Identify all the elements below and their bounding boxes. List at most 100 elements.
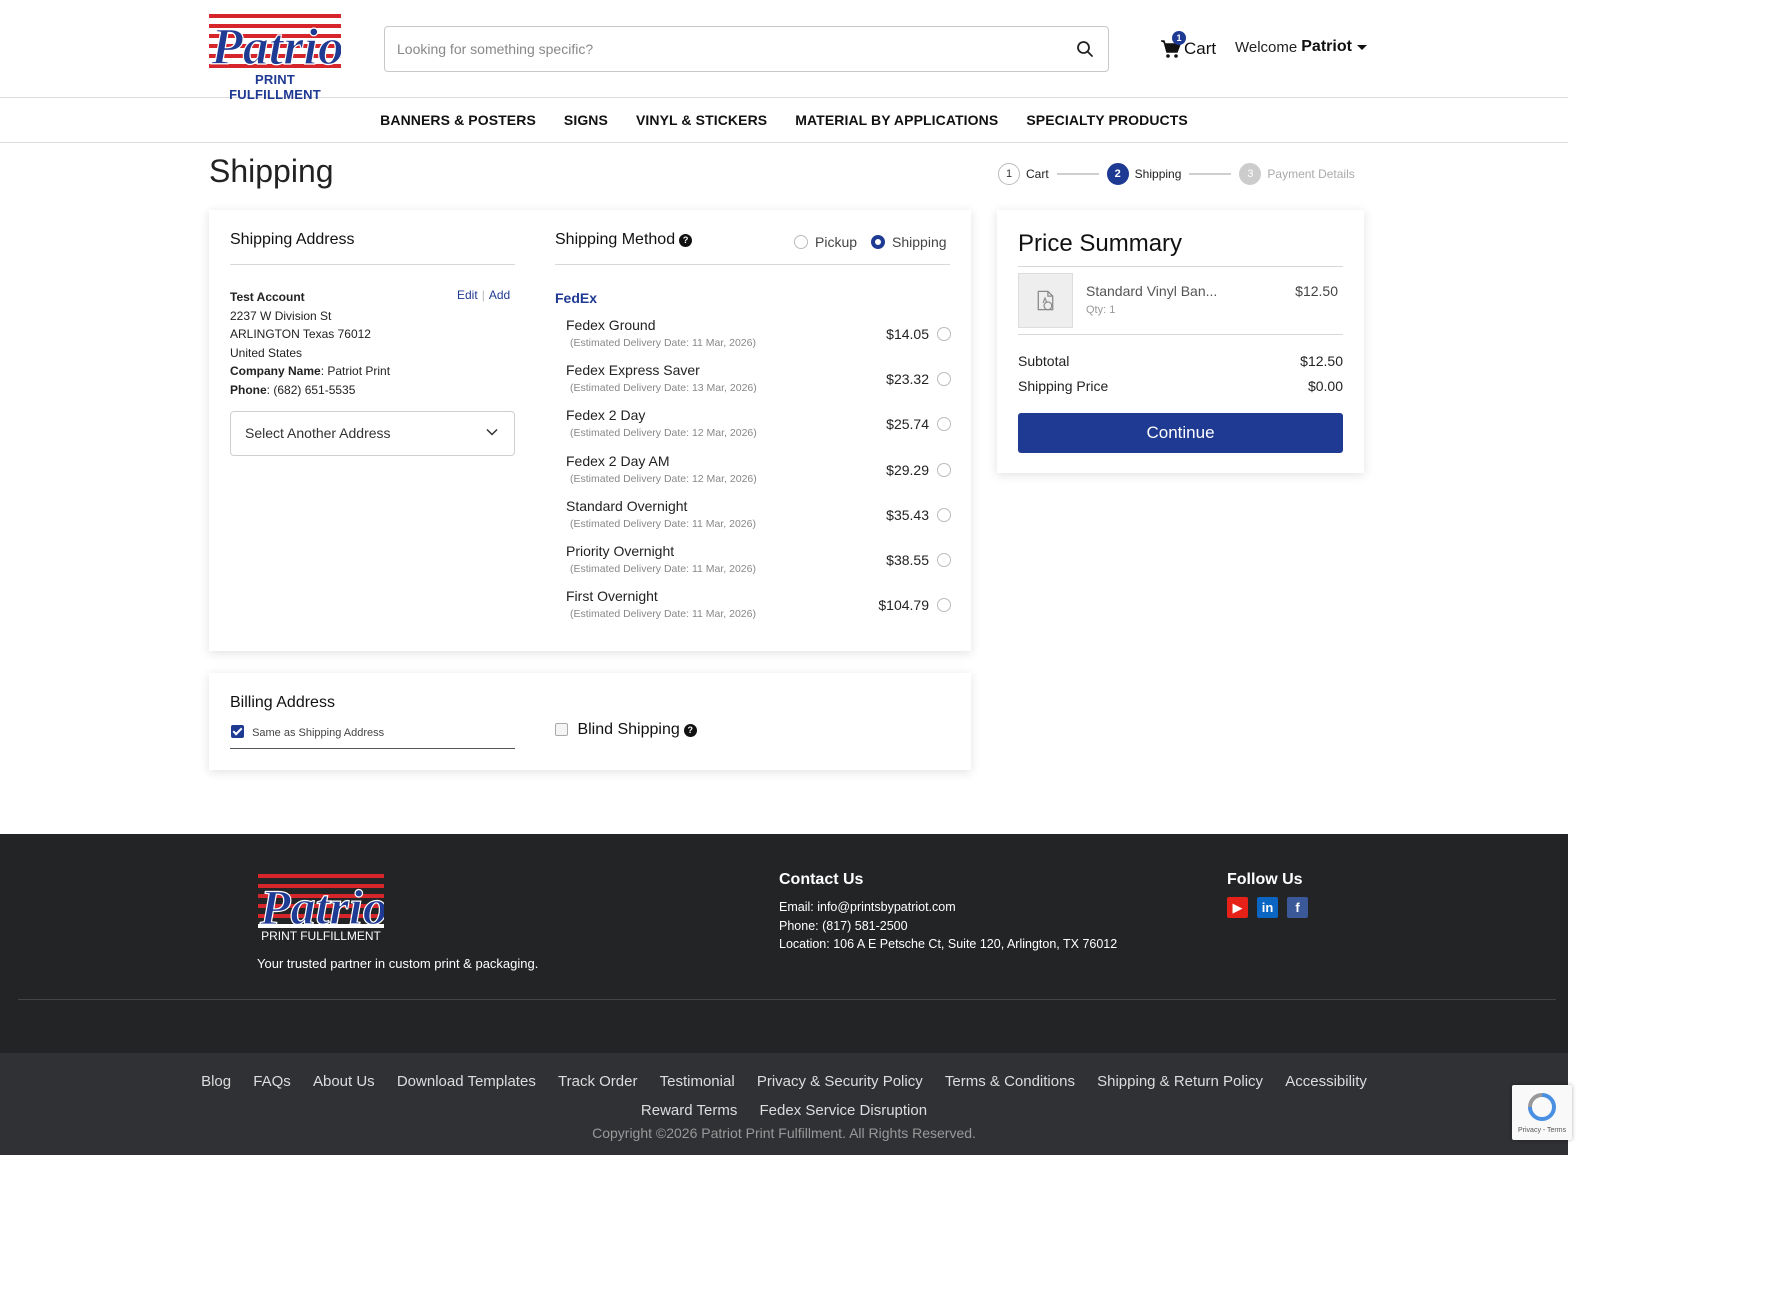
select-another-address-dropdown[interactable]: Select Another Address: [230, 411, 515, 456]
footer-link-shipping-return[interactable]: Shipping & Return Policy: [1097, 1073, 1263, 1090]
footer-link-download-templates[interactable]: Download Templates: [397, 1073, 536, 1090]
footer-link-track-order[interactable]: Track Order: [558, 1073, 637, 1090]
nav-vinyl-stickers[interactable]: VINYL & STICKERS: [636, 112, 767, 128]
rate-option[interactable]: Fedex Express Saver (Estimated Delivery …: [566, 362, 951, 402]
follow-heading: Follow Us: [1227, 871, 1303, 888]
phone-link[interactable]: (817) 581-2500: [822, 919, 907, 933]
footer-logo-subtitle: PRINT FULFILLMENT: [261, 929, 381, 942]
rate-radio[interactable]: [937, 508, 951, 522]
shipping-price-row: Shipping Price $0.00: [1018, 378, 1343, 394]
continue-button[interactable]: Continue: [1018, 413, 1343, 453]
rate-name: Fedex Express Saver: [566, 362, 700, 378]
image-placeholder-icon: [1037, 290, 1054, 311]
add-address-link[interactable]: Add: [489, 288, 510, 302]
rate-radio[interactable]: [937, 598, 951, 612]
rate-radio[interactable]: [937, 417, 951, 431]
nav-banners-posters[interactable]: BANNERS & POSTERS: [380, 112, 536, 128]
rate-delivery-date: (Estimated Delivery Date: 11 Mar, 2026): [570, 337, 756, 349]
footer-link-privacy[interactable]: Privacy & Security Policy: [757, 1073, 923, 1090]
location-label: Location:: [779, 937, 830, 951]
same-as-shipping-checkbox[interactable]: [231, 725, 244, 738]
rate-option[interactable]: Fedex 2 Day AM (Estimated Delivery Date:…: [566, 453, 951, 493]
footer-links: Blog FAQs About Us Download Templates Tr…: [0, 1067, 1568, 1125]
rate-price: $104.79: [878, 597, 929, 613]
rate-name: Fedex 2 Day: [566, 407, 646, 423]
footer-logo-text: Patriot: [259, 879, 384, 935]
nav-signs[interactable]: SIGNS: [564, 112, 608, 128]
rate-name: Standard Overnight: [566, 498, 688, 514]
cart-count-badge: 1: [1172, 31, 1186, 45]
rate-option[interactable]: Standard Overnight (Estimated Delivery D…: [566, 498, 951, 538]
rate-option[interactable]: Priority Overnight (Estimated Delivery D…: [566, 543, 951, 583]
footer-link-about[interactable]: About Us: [313, 1073, 375, 1090]
rate-name: Priority Overnight: [566, 543, 675, 559]
footer-link-faqs[interactable]: FAQs: [253, 1073, 291, 1090]
facebook-icon[interactable]: f: [1287, 897, 1308, 918]
subtotal-row: Subtotal $12.50: [1018, 353, 1343, 369]
rate-option[interactable]: Fedex Ground (Estimated Delivery Date: 1…: [566, 317, 951, 357]
rate-option[interactable]: First Overnight (Estimated Delivery Date…: [566, 588, 951, 628]
youtube-icon[interactable]: ▶: [1227, 897, 1248, 918]
rate-delivery-date: (Estimated Delivery Date: 11 Mar, 2026): [570, 563, 756, 575]
billing-card: Billing Address Same as Shipping Address…: [209, 673, 971, 770]
step-1-number: 1: [998, 163, 1020, 185]
linkedin-icon[interactable]: in: [1257, 897, 1278, 918]
user-menu[interactable]: Welcome Patriot: [1235, 38, 1367, 56]
rate-option[interactable]: Fedex 2 Day (Estimated Delivery Date: 12…: [566, 407, 951, 447]
rate-price: $23.32: [886, 371, 929, 387]
user-name: Patriot: [1301, 38, 1352, 55]
footer-link-testimonial[interactable]: Testimonial: [660, 1073, 735, 1090]
email-link[interactable]: info@printsbypatriot.com: [817, 900, 955, 914]
rate-radio[interactable]: [937, 463, 951, 477]
shipping-address-heading: Shipping Address: [230, 231, 355, 248]
shipping-radio[interactable]: [871, 235, 886, 249]
item-name: Standard Vinyl Ban...: [1086, 283, 1218, 299]
rate-radio[interactable]: [937, 372, 951, 386]
divider: [555, 264, 950, 265]
rate-delivery-date: (Estimated Delivery Date: 11 Mar, 2026): [570, 518, 756, 530]
step-connector: [1056, 173, 1099, 175]
recaptcha-badge[interactable]: Privacy - Terms: [1512, 1085, 1572, 1140]
site-footer: Patriot PRINT FULFILLMENT Your trusted p…: [0, 834, 1568, 1053]
same-as-shipping-option[interactable]: Same as Shipping Address: [231, 725, 384, 739]
product-thumbnail: [1018, 273, 1073, 328]
rate-delivery-date: (Estimated Delivery Date: 12 Mar, 2026): [570, 473, 757, 485]
pickup-radio[interactable]: [794, 235, 808, 249]
address-name: Test Account: [230, 290, 305, 304]
cart-button[interactable]: Cart: [1160, 36, 1216, 62]
search-input[interactable]: [385, 27, 1045, 71]
step-1-label[interactable]: Cart: [1026, 167, 1049, 181]
shipping-method-heading: Shipping Method?: [555, 231, 693, 249]
pickup-label[interactable]: Pickup: [815, 234, 857, 250]
footer-link-reward-terms[interactable]: Reward Terms: [641, 1102, 737, 1119]
rate-radio[interactable]: [937, 327, 951, 341]
location-text: 106 A E Petsche Ct, Suite 120, Arlington…: [833, 937, 1118, 951]
rate-delivery-date: (Estimated Delivery Date: 12 Mar, 2026): [570, 427, 757, 439]
company-label: Company Name: [230, 364, 321, 378]
footer-link-blog[interactable]: Blog: [201, 1073, 231, 1090]
step-2-label: Shipping: [1134, 167, 1182, 181]
shipping-label[interactable]: Shipping: [892, 234, 947, 250]
footer-logo[interactable]: Patriot PRINT FULFILLMENT: [258, 870, 404, 943]
help-icon[interactable]: ?: [679, 234, 693, 247]
nav-material-by-applications[interactable]: MATERIAL BY APPLICATIONS: [795, 112, 998, 128]
blind-shipping-label: Blind Shipping: [577, 721, 680, 738]
recaptcha-links[interactable]: Privacy - Terms: [1518, 1127, 1566, 1134]
rate-price: $35.43: [886, 507, 929, 523]
help-icon[interactable]: ?: [683, 724, 697, 737]
search-icon[interactable]: [1076, 40, 1094, 58]
blind-shipping-option[interactable]: Blind Shipping?: [555, 721, 697, 739]
footer-link-accessibility[interactable]: Accessibility: [1285, 1073, 1367, 1090]
divider: [230, 748, 515, 749]
rate-delivery-date: (Estimated Delivery Date: 13 Mar, 2026): [570, 382, 757, 394]
patriot-logo[interactable]: Patriot PRINT FULFILLMENT: [209, 10, 341, 102]
phone-label: Phone: [230, 382, 267, 397]
nav-specialty-products[interactable]: SPECIALTY PRODUCTS: [1026, 112, 1188, 128]
edit-address-link[interactable]: Edit: [457, 288, 478, 302]
rate-radio[interactable]: [937, 553, 951, 567]
billing-address-heading: Billing Address: [230, 694, 335, 711]
footer-link-fedex-disruption[interactable]: Fedex Service Disruption: [760, 1102, 928, 1119]
price-summary-heading: Price Summary: [1018, 230, 1183, 257]
blind-shipping-checkbox[interactable]: [555, 723, 568, 736]
footer-link-terms[interactable]: Terms & Conditions: [945, 1073, 1075, 1090]
